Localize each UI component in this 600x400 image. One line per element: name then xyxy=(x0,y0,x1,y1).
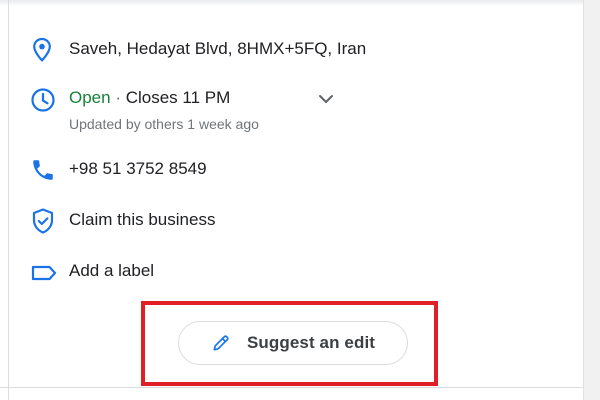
window-top-edge xyxy=(0,0,600,6)
closing-time: Closes 11 PM xyxy=(125,88,231,107)
hours-updated-note: Updated by others 1 week ago xyxy=(69,116,259,132)
divider xyxy=(0,387,583,388)
clock-icon xyxy=(30,85,66,115)
claim-business-row[interactable] xyxy=(30,206,66,236)
verified-shield-icon xyxy=(30,206,66,236)
phone-number: +98 51 3752 8549 xyxy=(69,159,207,178)
phone-row[interactable] xyxy=(30,155,66,185)
suggest-edit-label: Suggest an edit xyxy=(246,333,376,352)
suggest-edit-button[interactable]: Suggest an edit xyxy=(178,321,408,365)
hours-row[interactable] xyxy=(30,85,66,115)
hours-separator: · xyxy=(110,88,126,107)
location-pin-icon xyxy=(30,35,66,65)
claim-business-label: Claim this business xyxy=(69,210,216,229)
add-label-row[interactable] xyxy=(30,258,66,288)
open-status: Open xyxy=(69,88,111,107)
place-details-panel: Saveh, Hedayat Blvd, 8HMX+5FQ, Iran Open… xyxy=(0,0,600,400)
scrollbar-track[interactable] xyxy=(583,0,600,400)
chevron-down-icon[interactable] xyxy=(315,88,337,110)
panel-left-border xyxy=(8,0,9,400)
hours-summary[interactable]: Open · Closes 11 PM xyxy=(69,86,230,110)
add-label-text: Add a label xyxy=(69,261,155,280)
address-text: Saveh, Hedayat Blvd, 8HMX+5FQ, Iran xyxy=(69,39,367,58)
label-tag-icon xyxy=(30,258,66,288)
address-row[interactable] xyxy=(30,35,66,65)
pencil-icon xyxy=(213,335,229,351)
phone-icon xyxy=(30,155,66,185)
